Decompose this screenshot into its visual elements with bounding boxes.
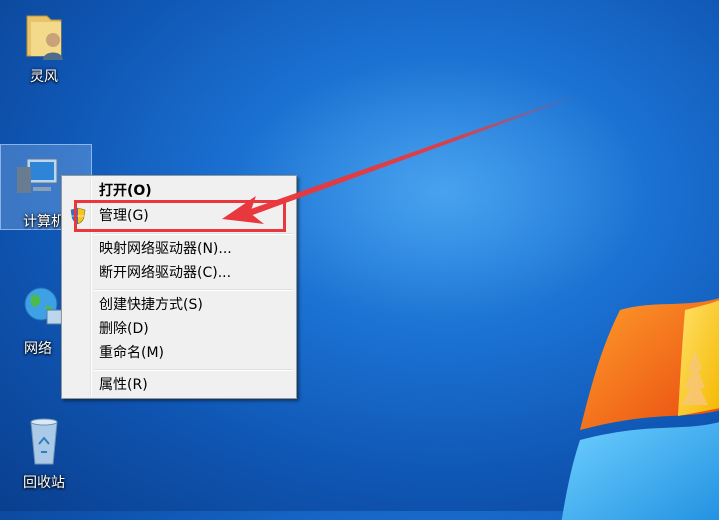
menu-item-label: 创建快捷方式(S) <box>99 297 203 313</box>
recycle-bin-icon <box>17 414 71 468</box>
menu-item-label: 映射网络驱动器(N)... <box>99 241 232 257</box>
menu-item-rename[interactable]: 重命名(M) <box>64 341 294 365</box>
menu-item-label: 重命名(M) <box>99 345 165 361</box>
menu-separator <box>94 369 293 371</box>
folder-icon <box>17 8 71 62</box>
menu-item-label: 属性(R) <box>99 377 148 393</box>
annotation-highlight-box <box>74 200 286 232</box>
menu-item-label: 删除(D) <box>99 321 149 337</box>
menu-item-create-shortcut[interactable]: 创建快捷方式(S) <box>64 293 294 317</box>
menu-item-properties[interactable]: 属性(R) <box>64 373 294 397</box>
desktop-icon-recycle-bin[interactable]: 回收站 <box>6 414 82 492</box>
computer-icon <box>11 153 65 207</box>
desktop-icon-user-folder[interactable]: 灵风 <box>6 8 82 86</box>
menu-item-disconnect-network-drive[interactable]: 断开网络驱动器(C)... <box>64 261 294 285</box>
desktop-icon-label: 灵风 <box>30 69 58 85</box>
menu-item-label: 断开网络驱动器(C)... <box>99 265 232 281</box>
menu-separator <box>94 289 293 291</box>
menu-item-map-network-drive[interactable]: 映射网络驱动器(N)... <box>64 237 294 261</box>
windows-logo <box>561 298 719 520</box>
menu-item-label: 打开(O) <box>99 183 152 199</box>
menu-separator <box>94 233 293 235</box>
desktop-icon-label: 回收站 <box>23 475 65 491</box>
menu-item-delete[interactable]: 删除(D) <box>64 317 294 341</box>
